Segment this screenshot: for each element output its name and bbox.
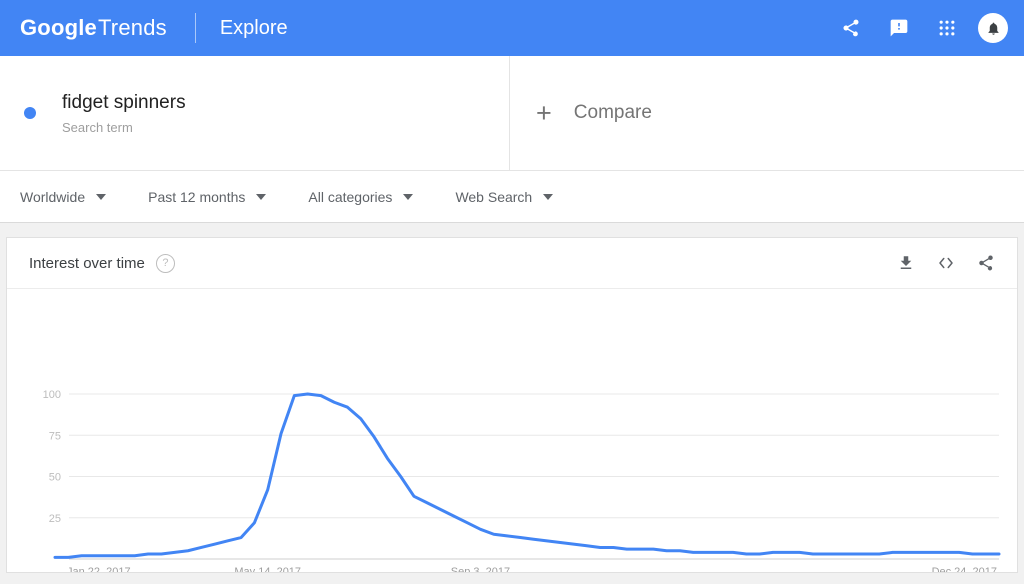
app-bar: Google Trends Explore [0, 0, 1024, 56]
explore-nav-item[interactable]: Explore [220, 17, 288, 40]
search-terms-row: fidget spinners Search term + Compare [0, 56, 1024, 171]
chart-y-tick-label: 25 [49, 513, 61, 525]
notifications-bell-icon[interactable] [978, 13, 1008, 43]
compare-label: Compare [573, 102, 652, 123]
chart-area[interactable]: 25 50 75 100 Jan 22, 2017 May 14, 2017 Sep 3, … [7, 289, 1017, 572]
help-icon[interactable]: ? [155, 253, 175, 273]
filter-location-label: Worldwide [20, 188, 86, 205]
feedback-icon[interactable] [882, 11, 916, 45]
filter-search-type[interactable]: Web Search [455, 188, 554, 205]
interest-over-time-card: Interest over time ? 25 50 75 100 Jan 22… [6, 237, 1018, 573]
chart-y-tick-label: 100 [43, 389, 61, 401]
chart-x-tick-label: May 14, 2017 [234, 566, 301, 572]
search-term-card[interactable]: fidget spinners Search term [0, 56, 510, 170]
filter-category[interactable]: All categories [308, 188, 414, 205]
brand-google-text: Google [20, 15, 97, 40]
share-icon[interactable] [834, 11, 868, 45]
share-icon[interactable] [977, 254, 995, 272]
apps-grid-icon[interactable] [930, 11, 964, 45]
card-title: Interest over time [29, 254, 145, 272]
chart-x-tick-label: Jan 22, 2017 [67, 566, 131, 572]
chevron-down-icon [256, 193, 267, 200]
filter-bar: Worldwide Past 12 months All categories … [0, 171, 1024, 223]
filter-time-range[interactable]: Past 12 months [148, 188, 267, 205]
card-actions [897, 254, 995, 272]
brand-trends-text: Trends [97, 15, 167, 40]
chart-x-tick-label: Sep 3, 2017 [451, 566, 510, 572]
interest-over-time-chart[interactable]: 25 50 75 100 Jan 22, 2017 May 14, 2017 Sep 3, … [7, 289, 1017, 572]
embed-code-icon[interactable] [937, 254, 955, 272]
filter-location[interactable]: Worldwide [20, 188, 107, 205]
series-color-dot [24, 107, 36, 119]
page-content: Interest over time ? 25 50 75 100 Jan 22… [0, 223, 1024, 573]
filter-category-label: All categories [308, 188, 393, 205]
search-term-subtitle: Search term [62, 119, 133, 135]
brand-logo[interactable]: Google Trends [20, 15, 167, 41]
download-icon[interactable] [897, 254, 915, 272]
search-term-title: fidget spinners [62, 91, 186, 113]
appbar-actions [834, 11, 1008, 45]
card-header: Interest over time ? [7, 238, 1017, 289]
filter-search-type-label: Web Search [455, 188, 533, 205]
compare-button[interactable]: + Compare [510, 56, 1024, 170]
filter-time-range-label: Past 12 months [148, 188, 246, 205]
chevron-down-icon [543, 193, 554, 200]
chart-y-tick-label: 75 [49, 430, 61, 442]
appbar-divider [194, 13, 196, 43]
chevron-down-icon [403, 193, 414, 200]
search-term-text: fidget spinners Search term [62, 91, 186, 136]
plus-icon: + [536, 97, 552, 128]
chart-series-line [53, 392, 1001, 559]
chevron-down-icon [96, 193, 107, 200]
chart-y-tick-label: 50 [49, 472, 61, 484]
chart-x-tick-label: Dec 24, 2017 [932, 566, 997, 572]
